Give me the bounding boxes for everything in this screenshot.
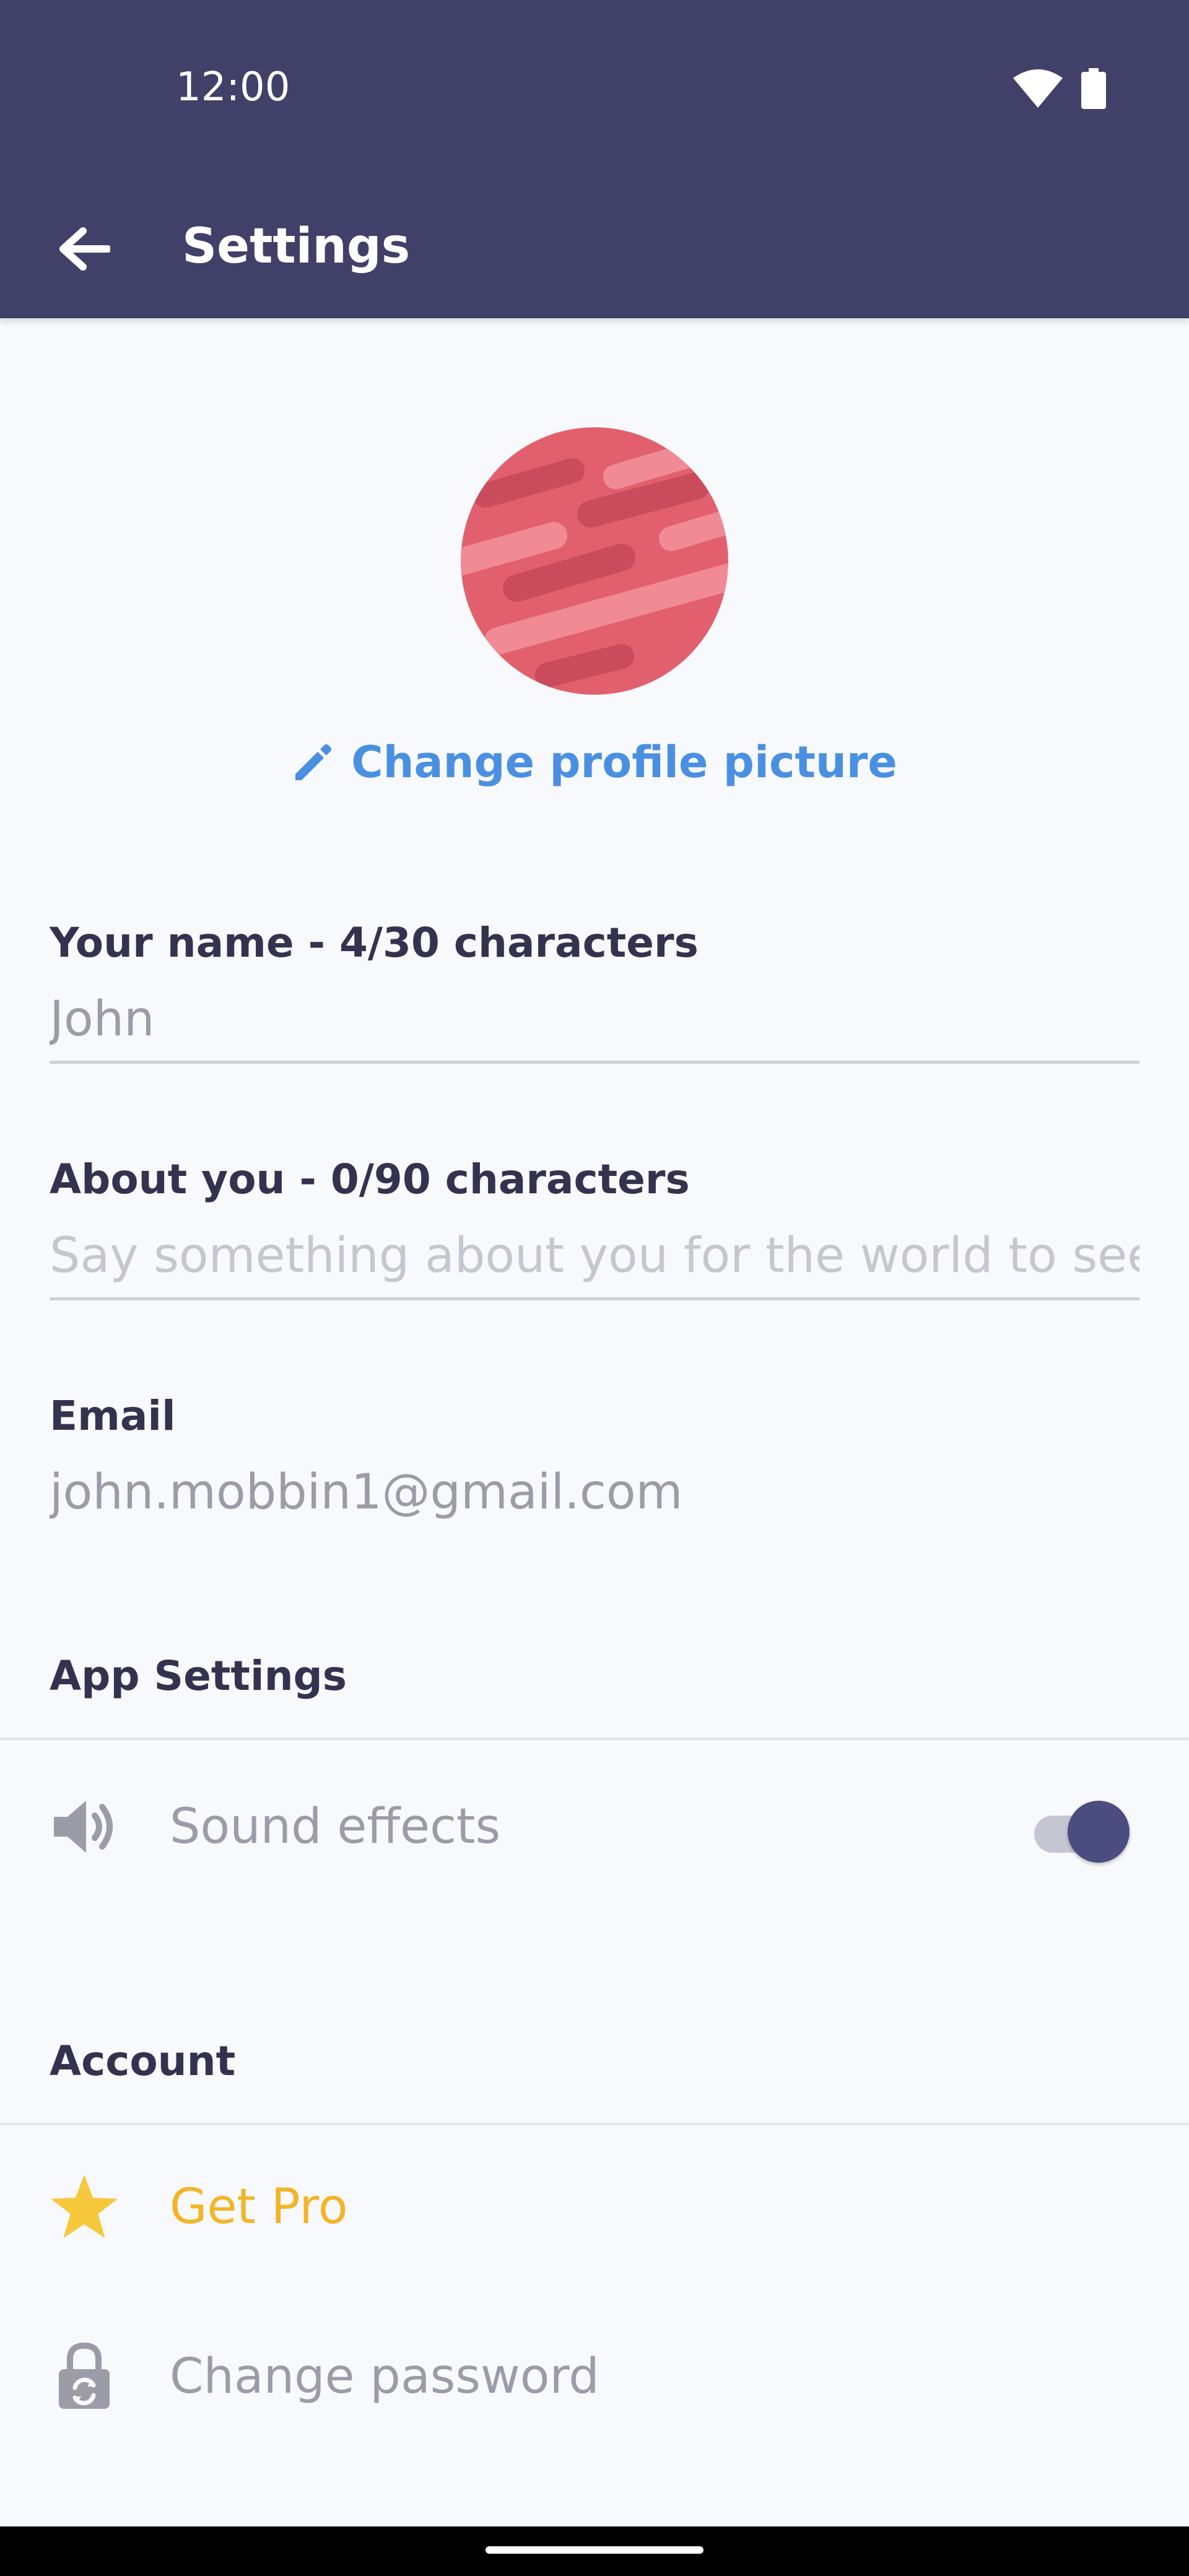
avatar[interactable] — [461, 427, 728, 695]
back-button[interactable] — [47, 212, 121, 286]
planet-avatar-image — [461, 427, 728, 695]
about-field[interactable]: About you - 0/90 characters Say somethin… — [50, 1155, 1139, 1300]
change-profile-picture-label: Change profile picture — [351, 737, 897, 788]
email-field: Email john.mobbin1@gmail.com — [50, 1392, 1139, 1520]
change-profile-picture-button[interactable]: Change profile picture — [0, 737, 1189, 788]
lock-icon — [50, 2342, 119, 2411]
name-field[interactable]: Your name - 4/30 characters John — [50, 919, 1139, 1064]
status-icons — [1013, 68, 1106, 109]
get-pro-label: Get Pro — [170, 2179, 348, 2235]
arrow-left-icon — [59, 227, 110, 271]
change-password-row[interactable]: Change password — [0, 2321, 1189, 2432]
get-pro-row[interactable]: Get Pro — [0, 2151, 1189, 2263]
sound-effects-toggle[interactable] — [1030, 1796, 1130, 1863]
account-divider — [0, 2123, 1189, 2125]
sound-effects-row[interactable]: Sound effects — [0, 1771, 1189, 1882]
name-field-underline — [50, 1061, 1139, 1064]
change-password-label: Change password — [170, 2349, 599, 2404]
battery-icon — [1081, 68, 1106, 109]
page-title: Settings — [182, 219, 411, 274]
app-settings-divider — [0, 1738, 1189, 1740]
name-field-label: Your name - 4/30 characters — [50, 919, 699, 967]
pencil-icon — [295, 744, 332, 780]
about-field-underline — [50, 1297, 1139, 1300]
system-navigation-bar — [0, 2526, 1189, 2576]
status-time: 12:00 — [176, 64, 290, 110]
sound-effects-label: Sound effects — [170, 1799, 501, 1855]
email-field-label: Email — [50, 1392, 176, 1440]
name-field-value[interactable]: John — [50, 991, 1139, 1047]
toggle-thumb — [1068, 1801, 1130, 1863]
account-title: Account — [50, 2037, 236, 2085]
star-icon — [50, 2172, 119, 2242]
home-indicator[interactable] — [486, 2546, 703, 2554]
status-bar: 12:00 — [0, 0, 1189, 180]
app-bar: Settings — [0, 180, 1189, 318]
app-settings-title: App Settings — [50, 1652, 347, 1700]
email-field-value: john.mobbin1@gmail.com — [50, 1464, 683, 1520]
about-field-label: About you - 0/90 characters — [50, 1155, 690, 1203]
wifi-icon — [1013, 69, 1063, 108]
about-field-placeholder[interactable]: Say something about you for the world to… — [50, 1228, 1139, 1284]
speaker-icon — [50, 1792, 119, 1861]
